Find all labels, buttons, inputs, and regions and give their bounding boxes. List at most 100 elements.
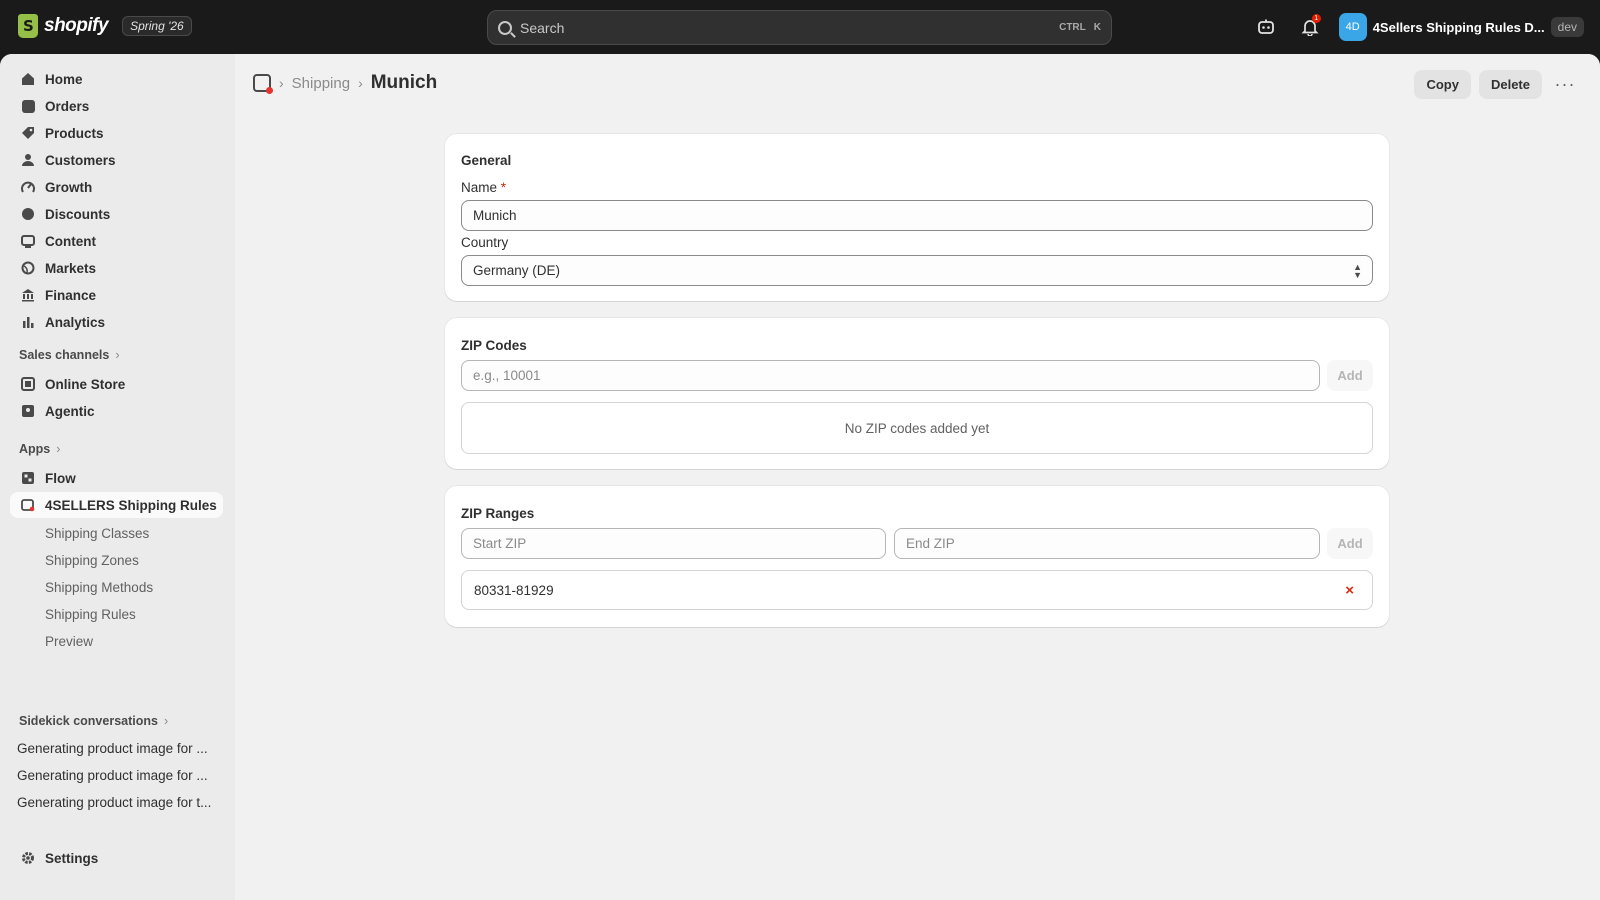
chevron-right-icon: ›	[163, 714, 169, 728]
home-icon	[20, 71, 36, 87]
env-badge: dev	[1550, 17, 1584, 37]
page-actions: Copy Delete ···	[1414, 70, 1580, 99]
sidebar-item-markets[interactable]: Markets	[10, 255, 223, 281]
search-input[interactable]: Search	[520, 20, 1051, 36]
section-label: Sidekick conversations	[19, 714, 158, 728]
more-actions-icon[interactable]: ···	[1550, 74, 1580, 95]
sidebar-item-label: Agentic	[45, 403, 95, 419]
main-content: › Shipping › Munich Copy Delete ··· Gene…	[235, 54, 1600, 900]
card-title: ZIP Ranges	[461, 506, 535, 521]
country-select[interactable]: Germany (DE) ▲ ▼	[461, 255, 1373, 286]
sidebar-item-finance[interactable]: Finance	[10, 282, 223, 308]
edition-badge: Spring '26	[122, 16, 192, 36]
sidebar-item-orders[interactable]: Orders	[10, 93, 223, 119]
sidebar-item-agentic[interactable]: Agentic	[10, 398, 223, 424]
general-card: General Name * Munich Country Germany (D…	[445, 134, 1389, 301]
top-bar: shopify Spring '26 Search CTRL K 1 4D 4S…	[0, 0, 1600, 54]
shortcut-ctrl: CTRL	[1059, 22, 1086, 33]
sidebar-item-content[interactable]: Content	[10, 228, 223, 254]
sidebar-item-label: Orders	[45, 98, 90, 114]
gear-icon	[20, 850, 36, 866]
sidebar-item-products[interactable]: Products	[10, 120, 223, 146]
section-label: Apps	[19, 442, 51, 456]
sidekick-conversations-header[interactable]: Sidekick conversations ›	[19, 714, 168, 728]
growth-icon	[20, 179, 36, 195]
chevron-right-icon: ›	[279, 75, 284, 91]
zip-range-value: 80331-81929	[474, 582, 554, 598]
country-selected-value: Germany (DE)	[473, 263, 561, 278]
brand-name: shopify	[44, 15, 109, 36]
sidebar-item-label: Products	[45, 125, 104, 141]
name-label-text: Name	[461, 180, 498, 195]
sidebar-item-growth[interactable]: Growth	[10, 174, 223, 200]
sidekick-button[interactable]	[1251, 12, 1281, 42]
chevron-right-icon: ›	[56, 442, 61, 456]
subnav-shipping-classes[interactable]: Shipping Classes	[45, 526, 149, 541]
sidebar-item-analytics[interactable]: Analytics	[10, 309, 223, 335]
zip-range-row: 80331-81929 ×	[461, 570, 1373, 610]
sidebar-item-discounts[interactable]: Discounts	[10, 201, 223, 227]
flow-icon	[20, 470, 36, 486]
copy-button[interactable]: Copy	[1414, 70, 1471, 99]
sidebar-item-online-store[interactable]: Online Store	[10, 371, 223, 397]
notifications-button[interactable]: 1	[1295, 12, 1325, 42]
sidebar-item-label: Settings	[45, 850, 99, 866]
sidebar-item-settings[interactable]: Settings	[10, 845, 223, 871]
sidebar-item-flow[interactable]: Flow	[10, 465, 223, 491]
page-title: Munich	[370, 72, 438, 93]
zip-code-input[interactable]: e.g., 10001	[461, 360, 1320, 391]
country-label: Country	[461, 235, 509, 250]
sidebar-item-label: Finance	[45, 287, 97, 303]
app-icon	[20, 497, 36, 513]
subnav-shipping-methods[interactable]: Shipping Methods	[45, 580, 153, 595]
required-marker: *	[500, 180, 507, 195]
card-title: ZIP Codes	[461, 338, 527, 353]
end-zip-input[interactable]: End ZIP	[894, 528, 1320, 559]
chevron-right-icon: ›	[115, 348, 120, 362]
section-label: Sales channels	[19, 348, 110, 362]
sidebar-item-label: Home	[45, 71, 83, 87]
content-icon	[20, 233, 36, 249]
name-field[interactable]: Munich	[461, 200, 1373, 231]
sidebar-item-label: 4SELLERS Shipping Rules	[45, 497, 217, 513]
sidebar-item-label: Growth	[45, 179, 93, 195]
shopify-bag-icon	[18, 14, 38, 38]
store-switcher[interactable]: 4D 4Sellers Shipping Rules D... dev	[1338, 13, 1584, 41]
sidebar-item-customers[interactable]: Customers	[10, 147, 223, 173]
sidebar: Home Orders Products Customers Growth Di…	[0, 54, 235, 900]
remove-range-icon[interactable]: ×	[1345, 582, 1354, 599]
breadcrumb: › Shipping › Munich	[253, 71, 437, 95]
sidekick-icon	[1257, 19, 1274, 34]
agent-icon	[20, 403, 36, 419]
sidebar-item-label: Customers	[45, 152, 116, 168]
zip-codes-empty-state: No ZIP codes added yet	[461, 402, 1373, 454]
sidebar-item-4sellers-shipping-rules[interactable]: 4SELLERS Shipping Rules	[10, 492, 223, 518]
admin-frame: Home Orders Products Customers Growth Di…	[0, 54, 1600, 900]
sidekick-conversation[interactable]: Generating product image for t...	[17, 795, 217, 810]
app-icon[interactable]	[253, 74, 273, 94]
shopify-logo[interactable]: shopify Spring '26	[18, 14, 192, 38]
search-icon	[498, 20, 512, 35]
person-icon	[20, 152, 36, 168]
add-zip-code-button[interactable]: Add	[1327, 360, 1373, 391]
breadcrumb-parent-link[interactable]: Shipping	[292, 75, 350, 92]
zip-ranges-card: ZIP Ranges Start ZIP End ZIP Add 80331-8…	[445, 486, 1389, 627]
sidekick-conversation[interactable]: Generating product image for ...	[17, 768, 217, 783]
start-zip-input[interactable]: Start ZIP	[461, 528, 886, 559]
delete-button[interactable]: Delete	[1478, 70, 1542, 99]
apps-header[interactable]: Apps ›	[19, 442, 60, 456]
sidebar-item-label: Online Store	[45, 376, 126, 392]
sidekick-conversation[interactable]: Generating product image for ...	[17, 741, 217, 756]
sales-channels-header[interactable]: Sales channels ›	[19, 348, 120, 362]
add-zip-range-button[interactable]: Add	[1327, 528, 1373, 559]
avatar: 4D	[1338, 13, 1367, 41]
sidebar-item-home[interactable]: Home	[10, 66, 223, 92]
tag-icon	[20, 125, 36, 141]
sidebar-item-label: Flow	[45, 470, 76, 486]
subnav-shipping-rules[interactable]: Shipping Rules	[45, 607, 136, 622]
subnav-preview[interactable]: Preview	[45, 634, 93, 649]
subnav-shipping-zones[interactable]: Shipping Zones	[45, 553, 139, 568]
store-icon	[20, 376, 36, 392]
search-bar[interactable]: Search CTRL K	[487, 10, 1112, 45]
select-arrows-icon: ▲ ▼	[1353, 262, 1362, 280]
